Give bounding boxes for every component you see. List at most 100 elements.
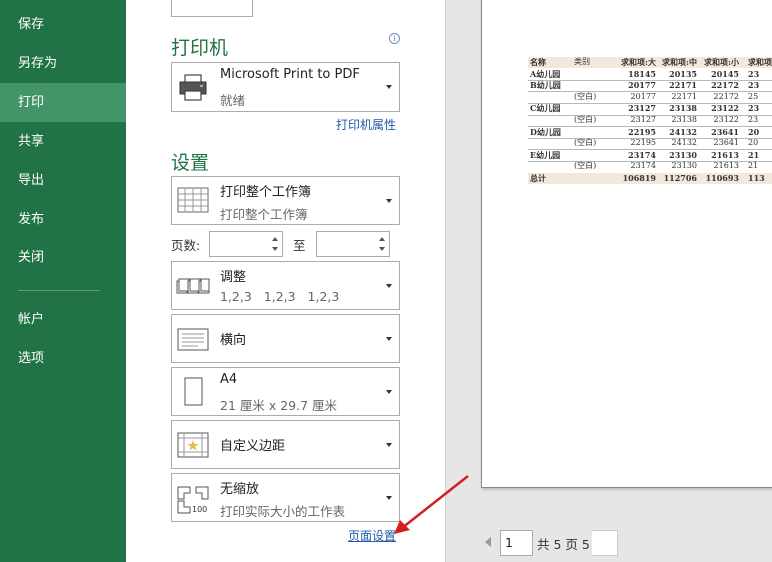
preview-table-cell: 106819 [622, 173, 656, 183]
printer-name: Microsoft Print to PDF [220, 67, 360, 82]
preview-table-row: (空白) 20177 22171 22172 25 [528, 92, 772, 103]
sidebar-item-save[interactable]: 保存 [0, 5, 126, 44]
preview-table-row: E幼儿园 23174 23130 21613 21 [528, 150, 772, 161]
preview-table-cell: 112706 [663, 173, 697, 183]
printer-section-title: 打印机 [171, 37, 229, 59]
chevron-down-icon [386, 443, 392, 447]
preview-table-cell: 23130 [669, 149, 697, 160]
margins-title: 自定义边距 [220, 439, 286, 454]
spin-up-icon[interactable] [379, 237, 385, 241]
portrait-page-icon [184, 377, 203, 406]
preview-table-cell: 20135 [669, 68, 697, 79]
preview-table-cell: (空白) [574, 91, 597, 101]
copies-input[interactable] [171, 0, 253, 17]
preview-table-row: (空白) 23174 23130 21613 21 [528, 161, 772, 172]
no-scaling-icon: 100 [177, 486, 209, 514]
preview-table-cell: 23138 [669, 103, 697, 114]
margins-dropdown[interactable]: 自定义边距 [171, 420, 400, 469]
preview-table-cell: 22195 [630, 138, 656, 148]
info-icon[interactable]: i [389, 33, 400, 44]
chevron-down-icon [386, 284, 392, 288]
preview-table-cell: 24132 [671, 138, 697, 148]
workbook-grid-icon [177, 187, 209, 213]
preview-table-cell: 23174 [630, 161, 656, 171]
printer-icon [179, 74, 207, 101]
pages-from-input[interactable] [209, 231, 283, 257]
preview-table-row: A幼儿园 18145 20135 20145 23 [528, 69, 772, 80]
print-scope-subtitle: 打印整个工作簿 [220, 207, 308, 222]
preview-table-row: (空白) 22195 24132 23641 20 [528, 138, 772, 149]
preview-table-row: D幼儿园 22195 24132 23641 20 [528, 127, 772, 138]
chevron-down-icon [386, 199, 392, 203]
preview-table-cell: 20145 [711, 68, 739, 79]
next-page-button[interactable] [592, 530, 618, 556]
sidebar-item-export[interactable]: 导出 [0, 161, 126, 200]
collate-title: 调整 [220, 270, 247, 285]
sidebar-item-options[interactable]: 选项 [0, 339, 126, 378]
preview-table-cell: 22171 [671, 91, 697, 101]
preview-table-cell: C幼儿园 [530, 103, 561, 114]
collate-subtitle: 1,2,3 1,2,3 1,2,3 [220, 289, 340, 304]
preview-table-cell: 21 [748, 149, 760, 160]
preview-table-cell: 23174 [628, 149, 656, 160]
preview-table-cell: E幼儿园 [530, 149, 561, 160]
preview-table-cell: 20177 [628, 80, 656, 91]
sidebar-item-account[interactable]: 帐户 [0, 300, 126, 339]
printer-dropdown[interactable]: Microsoft Print to PDF 就绪 [171, 62, 400, 112]
preview-table-cell: 20 [748, 138, 759, 148]
preview-table-cell: 求和项 [748, 57, 772, 67]
collate-dropdown[interactable]: 调整 1,2,3 1,2,3 1,2,3 [171, 261, 400, 310]
pages-label: 页数: [171, 238, 201, 253]
chevron-down-icon [386, 337, 392, 341]
sidebar-item-share[interactable]: 共享 [0, 122, 126, 161]
paper-size-title: A4 [220, 372, 238, 387]
preview-table-cell: 名称 [530, 57, 546, 67]
scaling-title: 无缩放 [220, 482, 260, 497]
preview-table-cell: 23127 [630, 115, 656, 124]
sidebar-item-save-as[interactable]: 另存为 [0, 44, 126, 83]
sidebar-item-close[interactable]: 关闭 [0, 238, 126, 277]
preview-table-cell: 23122 [711, 103, 739, 114]
paper-size-subtitle: 21 厘米 x 29.7 厘米 [220, 398, 338, 413]
paper-size-dropdown[interactable]: A4 21 厘米 x 29.7 厘米 [171, 367, 400, 416]
preview-table-cell: 22195 [628, 126, 656, 137]
preview-table-cell: (空白) [574, 138, 597, 148]
sidebar-item-print[interactable]: 打印 [0, 83, 126, 122]
preview-table-cell: (空白) [574, 161, 597, 171]
preview-table-header: 名称 类别 求和项:大 求和项:中 求和项:小 求和项 [528, 57, 772, 68]
preview-table-cell: 18145 [628, 68, 656, 79]
spin-down-icon[interactable] [379, 247, 385, 251]
printer-properties-link[interactable]: 打印机属性 [336, 116, 396, 133]
preview-table-cell: 23127 [628, 103, 656, 114]
preview-table-cell: 23130 [671, 161, 697, 171]
orientation-dropdown[interactable]: 横向 [171, 314, 400, 363]
previous-page-icon[interactable] [485, 537, 491, 547]
print-scope-title: 打印整个工作簿 [220, 185, 312, 200]
preview-table-cell: 21 [748, 161, 759, 171]
preview-table-cell: 110693 [705, 173, 739, 183]
landscape-page-icon [177, 328, 209, 351]
margins-icon [177, 432, 209, 458]
print-scope-dropdown[interactable]: 打印整个工作簿 打印整个工作簿 [171, 176, 400, 225]
chevron-down-icon [386, 390, 392, 394]
pages-to-label: 至 [293, 238, 306, 253]
current-page-input[interactable]: 1 [500, 530, 533, 556]
printer-status: 就绪 [220, 93, 246, 108]
preview-table-cell: 总计 [530, 173, 546, 183]
sidebar-item-publish[interactable]: 发布 [0, 200, 126, 239]
preview-table-cell: B幼儿园 [530, 80, 561, 91]
settings-section-title: 设置 [171, 152, 210, 174]
spin-down-icon[interactable] [272, 247, 278, 251]
svg-text:100: 100 [192, 505, 207, 514]
preview-table-row: C幼儿园 23127 23138 23122 23 [528, 103, 772, 114]
scaling-dropdown[interactable]: 100 无缩放 打印实际大小的工作表 [171, 473, 400, 522]
preview-table-row: (空白) 23127 23138 23122 23 [528, 115, 772, 126]
preview-table-cell: 24132 [669, 126, 697, 137]
spin-up-icon[interactable] [272, 237, 278, 241]
preview-table-cell: 22172 [713, 91, 739, 101]
orientation-title: 横向 [220, 333, 247, 348]
preview-table-cell: 23 [748, 115, 759, 124]
pages-to-input[interactable] [316, 231, 390, 257]
preview-table-cell: 22172 [711, 80, 739, 91]
collate-icon [176, 278, 210, 294]
